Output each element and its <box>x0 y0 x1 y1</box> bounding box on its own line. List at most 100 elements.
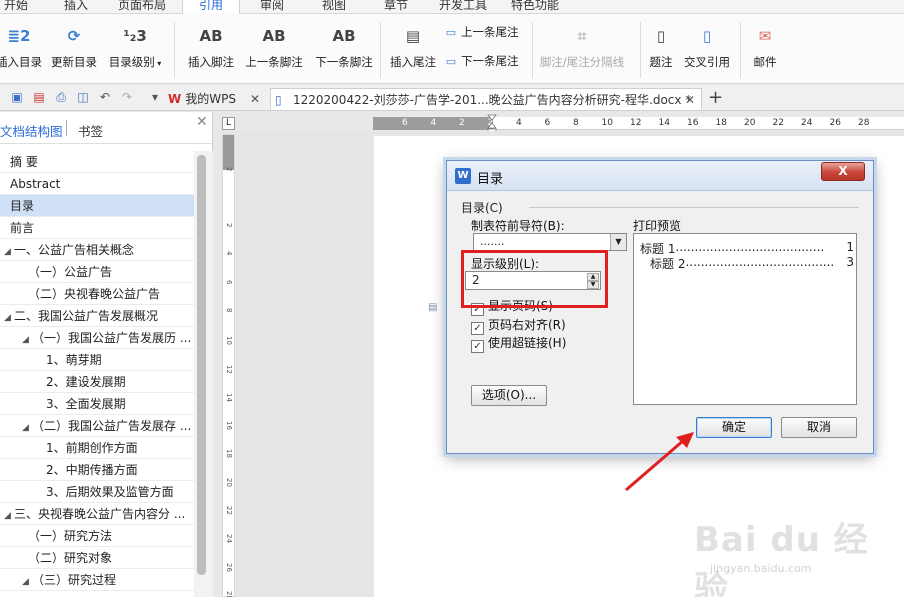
ribbon: ≣2 插入目录 ⟳ 更新目录 ¹₂3 目录级别 ▾ AB 插入脚注 AB 上一条… <box>0 14 904 84</box>
caption-button[interactable]: ▯ 题注 <box>644 22 678 70</box>
outline-item[interactable]: ◢ 三、央视春晚公益广告内容分 ... <box>0 503 194 525</box>
ruler-tick-label: 8 <box>225 307 233 313</box>
close-icon[interactable]: ✕ <box>685 89 695 111</box>
ruler-corner[interactable]: L <box>222 117 235 130</box>
outline-item[interactable]: 目录 <box>0 195 194 217</box>
outline-item[interactable]: ◢ 一、公益广告相关概念 <box>0 239 194 261</box>
next-endnote-icon: ▭ <box>445 55 457 68</box>
prev-footnote-button[interactable]: AB 上一条脚注 <box>242 22 306 70</box>
preview-row: 标题 2....................................… <box>650 255 854 272</box>
tab-document-map[interactable]: 文档结构图 <box>0 121 63 140</box>
ruler-tick-label: 26 <box>225 562 233 572</box>
ruler-tick-label: 24 <box>225 534 233 544</box>
ruler-tick-label: 2 <box>225 167 233 172</box>
next-footnote-button[interactable]: AB 下一条脚注 <box>312 22 376 70</box>
ok-button[interactable]: 确定 <box>696 417 772 438</box>
insert-toc-button[interactable]: ≣2 插入目录 <box>0 22 42 70</box>
outline-item[interactable]: （二）央视春晚公益广告 <box>0 283 194 305</box>
menu-tab-developer[interactable]: 开发工具 <box>439 0 487 14</box>
scrollbar-thumb[interactable] <box>197 155 206 575</box>
close-icon[interactable]: ✕ <box>196 114 208 130</box>
menu-tab-features[interactable]: 特色功能 <box>511 0 559 14</box>
tab-bookmarks[interactable]: 书签 <box>78 121 103 140</box>
outline-item[interactable]: ◢ 二、我国公益广告发展概况 <box>0 305 194 327</box>
prev-footnote-icon: AB <box>262 27 286 45</box>
ruler-tick-label: 16 <box>687 118 699 128</box>
menu-tab-view[interactable]: 视图 <box>322 0 346 14</box>
menu-tab-home[interactable]: 开始 <box>4 0 28 14</box>
outline-item[interactable]: （一）研究方法 <box>0 525 194 547</box>
redo-icon[interactable]: ↷ <box>120 90 134 104</box>
expand-triangle-icon[interactable]: ◢ <box>22 417 32 436</box>
wps-logo-icon: W <box>168 92 182 106</box>
new-tab-icon[interactable]: + <box>708 87 723 108</box>
leader-label: 制表符前导符(B): <box>471 219 565 233</box>
caption-label: 题注 <box>649 55 673 69</box>
hyperlink-label: 使用超链接(H) <box>488 336 567 350</box>
outline-item[interactable]: 2、中期传播方面 <box>0 459 194 481</box>
chevron-down-icon[interactable]: ▼ <box>610 234 626 250</box>
tab-my-wps[interactable]: W 我的WPS ✕ <box>168 88 266 110</box>
toc-level-button[interactable]: ¹₂3 目录级别 ▾ <box>106 22 164 70</box>
outline-item[interactable]: ◢ （三）研究过程 <box>0 569 194 591</box>
outline-item[interactable]: 3、全面发展期 <box>0 393 194 415</box>
menu-tab-chapter[interactable]: 章节 <box>384 0 408 14</box>
options-button[interactable]: 选项(O)... <box>471 385 547 406</box>
expand-triangle-icon[interactable]: ◢ <box>22 329 32 348</box>
insert-endnote-button[interactable]: ▤ 插入尾注 <box>386 22 440 70</box>
leader-select[interactable]: ....... ▼ <box>473 233 627 251</box>
outline-item-label: 摘 要 <box>10 155 38 169</box>
outline-item[interactable]: ◢ （一）我国公益广告发展历 ... <box>0 327 194 349</box>
hyperlink-checkbox[interactable]: ✓ 使用超链接(H) <box>471 334 566 353</box>
close-button[interactable]: X <box>821 162 865 181</box>
cancel-button[interactable]: 取消 <box>781 417 857 438</box>
expand-triangle-icon[interactable]: ◢ <box>4 307 14 326</box>
preview-leader: ....................................... <box>675 240 825 254</box>
save-icon[interactable]: ▣ <box>10 90 24 104</box>
prev-endnote-button[interactable]: ▭ 上一条尾注 <box>444 24 519 40</box>
customize-dropdown-icon[interactable]: ▾ <box>148 90 162 104</box>
expand-triangle-icon[interactable]: ◢ <box>4 505 14 524</box>
checkbox-checked-icon: ✓ <box>471 340 484 353</box>
scrollbar[interactable] <box>194 151 213 597</box>
cross-ref-button[interactable]: ▯ 交叉引用 <box>682 22 732 70</box>
outline-item[interactable]: 2、建设发展期 <box>0 371 194 393</box>
outline-item[interactable]: 1、萌芽期 <box>0 349 194 371</box>
next-endnote-button[interactable]: ▭ 下一条尾注 <box>444 53 519 69</box>
align-right-checkbox[interactable]: ✓ 页码右对齐(R) <box>471 316 566 335</box>
outline-item[interactable]: ◢ （二）我国公益广告发展存 ... <box>0 415 194 437</box>
watermark: Bai du 经验 jingyan.baidu.com <box>688 510 888 597</box>
leader-value: ....... <box>480 235 505 248</box>
outline-item-label: （三）研究过程 <box>32 573 117 587</box>
expand-triangle-icon[interactable]: ◢ <box>4 241 14 260</box>
insert-footnote-button[interactable]: AB 插入脚注 <box>184 22 238 70</box>
outline-item[interactable]: 摘 要 <box>0 151 194 173</box>
menu-tab-layout[interactable]: 页面布局 <box>118 0 166 14</box>
mail-button[interactable]: ✉ 邮件 <box>748 22 782 70</box>
next-footnote-icon: AB <box>332 27 356 45</box>
menu-tab-references[interactable]: 引用 <box>182 0 240 14</box>
ribbon-divider <box>174 22 175 78</box>
menu-tab-review[interactable]: 审阅 <box>260 0 284 14</box>
tab-document[interactable]: ▯ 1220200422-刘莎莎-广告学-201...晚公益广告内容分析研究-程… <box>270 88 702 110</box>
undo-icon[interactable]: ↶ <box>98 90 112 104</box>
close-icon[interactable]: ✕ <box>250 88 260 110</box>
print-icon[interactable]: ⎙ <box>54 90 68 104</box>
update-toc-button[interactable]: ⟳ 更新目录 <box>48 22 100 70</box>
outline-item[interactable]: 3、后期效果及监管方面 <box>0 481 194 503</box>
menu-tab-insert[interactable]: 插入 <box>64 0 88 14</box>
outline-item[interactable]: 前言 <box>0 217 194 239</box>
tab-my-wps-label: 我的WPS <box>185 92 236 106</box>
outline-item[interactable]: 1、前期创作方面 <box>0 437 194 459</box>
outline-item[interactable]: （二）研究对象 <box>0 547 194 569</box>
ruler-tick-label: 18 <box>225 449 233 459</box>
outline-item-label: （一）研究方法 <box>28 529 113 543</box>
ruler-tick-label: 26 <box>829 118 841 128</box>
export-pdf-icon[interactable]: ▤ <box>32 90 46 104</box>
expand-triangle-icon[interactable]: ◢ <box>22 571 32 590</box>
outline-item[interactable]: （一）公益广告 <box>0 261 194 283</box>
note-separator-button[interactable]: ⌗ 脚注/尾注分隔线 <box>536 22 628 70</box>
outline-item[interactable]: Abstract <box>0 173 194 195</box>
print-preview-icon[interactable]: ◫ <box>76 90 90 104</box>
vertical-ruler: 2 2 4 6 8 10 12 14 16 18 20 22 24 26 28 <box>222 134 235 597</box>
